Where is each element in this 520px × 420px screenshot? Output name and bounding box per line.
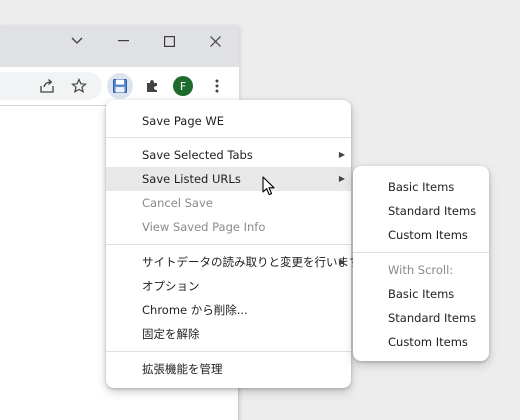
menu-item-options[interactable]: オプション [106,274,351,298]
menu-item-save-listed-urls[interactable]: Save Listed URLs ▶ [106,167,351,191]
menu-separator [106,351,351,352]
chrome-menu-button[interactable] [204,73,230,99]
profile-avatar[interactable]: F [173,76,193,96]
menu-item-label: 拡張機能を管理 [142,362,223,376]
menu-item-label: オプション [142,279,200,293]
chevron-down-icon [71,37,83,44]
menu-item-label: Save Selected Tabs [142,148,253,162]
mouse-cursor-icon [262,176,275,196]
submenu-item-label: Standard Items [388,204,477,218]
menu-item-unpin[interactable]: 固定を解除 [106,322,351,346]
submenu-item-custom-items[interactable]: Custom Items [353,223,489,247]
menu-item-label: Chrome から削除... [142,303,248,317]
share-icon [40,79,54,93]
close-button[interactable] [192,26,238,56]
menu-item-remove-from-chrome[interactable]: Chrome から削除... [106,298,351,322]
more-vert-icon [215,79,219,93]
submenu-item-scroll-standard-items[interactable]: Standard Items [353,306,489,330]
submenu-heading-with-scroll: With Scroll: [353,258,489,282]
menu-item-label: 固定を解除 [142,327,200,341]
menu-item-label: Save Listed URLs [142,172,241,186]
save-page-we-icon [113,79,127,93]
menu-item-label: Cancel Save [142,196,213,210]
submenu-arrow-icon: ▶ [338,150,345,159]
submenu-arrow-icon: ▶ [338,174,345,183]
maximize-icon [163,35,175,47]
submenu-item-label: Custom Items [388,228,468,242]
save-page-we-extension-button[interactable] [107,73,133,99]
submenu-item-label: With Scroll: [388,263,454,277]
menu-item-label: サイトデータの読み取りと変更を行います [142,255,361,269]
menu-item-view-saved-page-info: View Saved Page Info [106,215,351,239]
submenu-arrow-icon: ▶ [338,257,345,266]
title-bar [0,26,239,67]
menu-separator [106,244,351,245]
menu-item-label: View Saved Page Info [142,220,266,234]
minimize-button[interactable] [100,26,146,56]
menu-item-manage-extensions[interactable]: 拡張機能を管理 [106,357,351,381]
close-icon [209,35,221,47]
extension-context-menu: Save Page WE Save Selected Tabs ▶ Save L… [106,100,361,388]
menu-separator [106,137,351,138]
submenu-item-standard-items[interactable]: Standard Items [353,199,489,223]
menu-item-site-access[interactable]: サイトデータの読み取りと変更を行います ▶ [106,250,361,274]
menu-separator [353,252,489,253]
save-listed-urls-submenu: Basic Items Standard Items Custom Items … [353,166,489,361]
share-button[interactable] [34,73,60,99]
extensions-button[interactable] [139,73,165,99]
submenu-item-label: Basic Items [388,287,455,301]
avatar-letter: F [179,79,187,93]
submenu-item-basic-items[interactable]: Basic Items [353,175,489,199]
submenu-item-label: Basic Items [388,180,455,194]
maximize-button[interactable] [146,26,192,56]
menu-item-cancel-save: Cancel Save [106,191,351,215]
minimize-tab-list-button[interactable] [54,26,100,56]
menu-item-label: Save Page WE [142,114,225,128]
submenu-item-label: Standard Items [388,311,477,325]
submenu-item-label: Custom Items [388,335,468,349]
extensions-puzzle-icon [147,80,157,92]
submenu-item-scroll-custom-items[interactable]: Custom Items [353,330,489,354]
submenu-item-scroll-basic-items[interactable]: Basic Items [353,282,489,306]
star-icon [71,78,87,94]
minimize-icon [117,40,129,42]
menu-item-save-selected-tabs[interactable]: Save Selected Tabs ▶ [106,143,351,167]
menu-item-save-page-we[interactable]: Save Page WE [106,109,351,133]
bookmark-button[interactable] [66,73,92,99]
